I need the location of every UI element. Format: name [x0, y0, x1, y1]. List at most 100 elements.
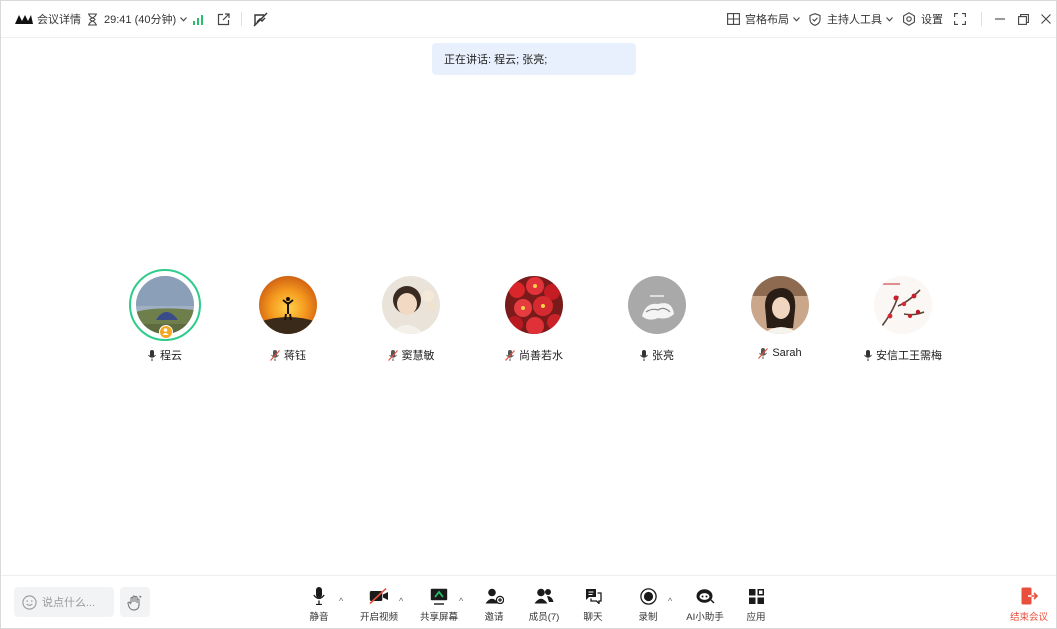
avatar-wrapper: [867, 269, 939, 341]
grid-layout-button[interactable]: 宫格布局: [727, 1, 800, 37]
participant-tile[interactable]: 蒋钰: [218, 269, 358, 363]
avatar: [505, 276, 563, 334]
avatar: [874, 276, 932, 334]
meeting-window: 会议详情 29:41 (40分钟) 宫格布局 主持人工具 设置 正在讲话: 程云…: [0, 0, 1057, 629]
restore-icon[interactable]: [1018, 1, 1029, 37]
chevron-down-icon: [793, 16, 800, 22]
grid-icon: [727, 13, 740, 25]
apps-icon: [748, 588, 764, 604]
chat-icon: [585, 589, 602, 604]
close-icon[interactable]: [1041, 1, 1051, 37]
record-label: 录制: [638, 612, 658, 623]
participant-name: 窦慧敏: [401, 350, 435, 362]
members-icon: [534, 588, 554, 604]
settings-label: 设置: [921, 14, 943, 26]
participant-name-row: 安信工王需梅: [833, 347, 973, 363]
video-options-caret[interactable]: ^: [399, 596, 403, 606]
exit-icon: [1021, 587, 1038, 605]
speaking-text: 正在讲话: 程云; 张亮;: [444, 54, 548, 66]
chevron-down-icon: [180, 16, 188, 22]
participant-name-row: 张亮: [587, 347, 727, 363]
end-meeting-button[interactable]: 结束会议: [999, 586, 1057, 623]
participant-tile[interactable]: 安信工王需梅: [833, 269, 973, 363]
participant-name: Sarah: [772, 347, 802, 359]
grid-layout-label: 宫格布局: [745, 14, 789, 26]
bottom-toolbar: 说点什么... 静音 ^ 开启视频 ^ 共享屏幕 ^ 邀请 成员(7) 聊天 录…: [1, 575, 1056, 629]
participant-tile[interactable]: 张亮: [587, 269, 727, 363]
record-options-caret[interactable]: ^: [668, 596, 672, 606]
divider: [981, 12, 982, 26]
minimize-icon[interactable]: [995, 1, 1005, 37]
participant-tile[interactable]: 程云: [95, 269, 235, 363]
hand-icon: [127, 594, 142, 611]
participant-name: 程云: [160, 350, 182, 362]
host-badge-icon: [159, 325, 173, 339]
participant-tile[interactable]: Sarah: [710, 269, 850, 359]
speaking-banner: 正在讲话: 程云; 张亮;: [432, 43, 636, 75]
participant-name-row: 尚善若水: [464, 347, 604, 363]
participant-tile[interactable]: 尚善若水: [464, 269, 604, 363]
mute-label: 静音: [309, 612, 329, 623]
say-something-input[interactable]: 说点什么...: [14, 587, 114, 617]
divider: [241, 12, 242, 26]
microphone-muted-icon: [387, 349, 398, 361]
emoji-icon: [22, 594, 37, 610]
start-video-label: 开启视频: [359, 612, 398, 623]
avatar-wrapper: [621, 269, 693, 341]
chevron-down-icon: [886, 16, 893, 22]
record-icon: [639, 587, 657, 605]
timer-button[interactable]: 29:41 (40分钟): [87, 1, 188, 37]
avatar-wrapper: [744, 269, 816, 341]
participant-tile[interactable]: 窦慧敏: [341, 269, 481, 363]
end-meeting-label: 结束会议: [1009, 612, 1048, 623]
microphone-muted-icon: [758, 347, 769, 359]
participant-name-row: Sarah: [710, 347, 850, 359]
participant-name-row: 蒋钰: [218, 347, 358, 363]
avatar-wrapper: [375, 269, 447, 341]
participant-name: 尚善若水: [519, 350, 563, 362]
microphone-muted-icon: [505, 349, 515, 361]
share-screen-icon: [430, 588, 448, 605]
hourglass-icon: [88, 12, 97, 26]
avatar: [382, 276, 440, 334]
meeting-details-button[interactable]: 会议详情: [15, 1, 81, 37]
timer-label: 29:41 (40分钟): [104, 14, 177, 26]
microphone-icon: [864, 349, 872, 361]
participant-name-row: 程云: [95, 347, 235, 363]
avatar: [259, 276, 317, 334]
participant-name: 安信工王需梅: [876, 350, 942, 362]
share-link-icon[interactable]: [217, 1, 230, 37]
mute-options-caret[interactable]: ^: [339, 596, 343, 606]
gear-icon: [903, 12, 915, 26]
microphone-muted-icon: [270, 349, 280, 361]
top-bar: 会议详情 29:41 (40分钟) 宫格布局 主持人工具 设置: [1, 1, 1056, 38]
participant-name: 张亮: [652, 350, 674, 362]
avatar-wrapper: [252, 269, 324, 341]
signal-strength-icon[interactable]: [193, 1, 205, 37]
microphone-icon: [640, 349, 648, 361]
apps-button[interactable]: 应用: [726, 586, 786, 623]
fullscreen-icon[interactable]: [954, 1, 966, 37]
host-tools-button[interactable]: 主持人工具: [809, 1, 893, 37]
shield-icon: [809, 12, 821, 26]
settings-button[interactable]: 设置: [902, 1, 943, 37]
video-off-icon: [369, 588, 388, 604]
participant-name: 蒋钰: [284, 350, 306, 362]
avatar-wrapper: [129, 269, 201, 341]
avatar: [628, 276, 686, 334]
annotation-off-icon[interactable]: [253, 1, 268, 37]
avatar-wrapper: [498, 269, 570, 341]
app-logo-icon: [15, 15, 33, 24]
meeting-details-label: 会议详情: [37, 14, 81, 26]
avatar: [751, 276, 809, 334]
raise-hand-button[interactable]: [120, 587, 150, 617]
chat-label: 聊天: [583, 612, 603, 623]
host-tools-label: 主持人工具: [827, 14, 882, 26]
participant-grid: 程云 蒋钰 窦慧敏 尚善若水 张亮 Sarah 安信工王需梅: [1, 269, 1056, 369]
chat-button[interactable]: 聊天: [563, 586, 623, 623]
ai-assistant-icon: [696, 588, 715, 603]
microphone-icon: [313, 587, 325, 605]
apps-label: 应用: [746, 612, 766, 623]
share-options-caret[interactable]: ^: [459, 596, 463, 606]
participant-name-row: 窦慧敏: [341, 347, 481, 363]
